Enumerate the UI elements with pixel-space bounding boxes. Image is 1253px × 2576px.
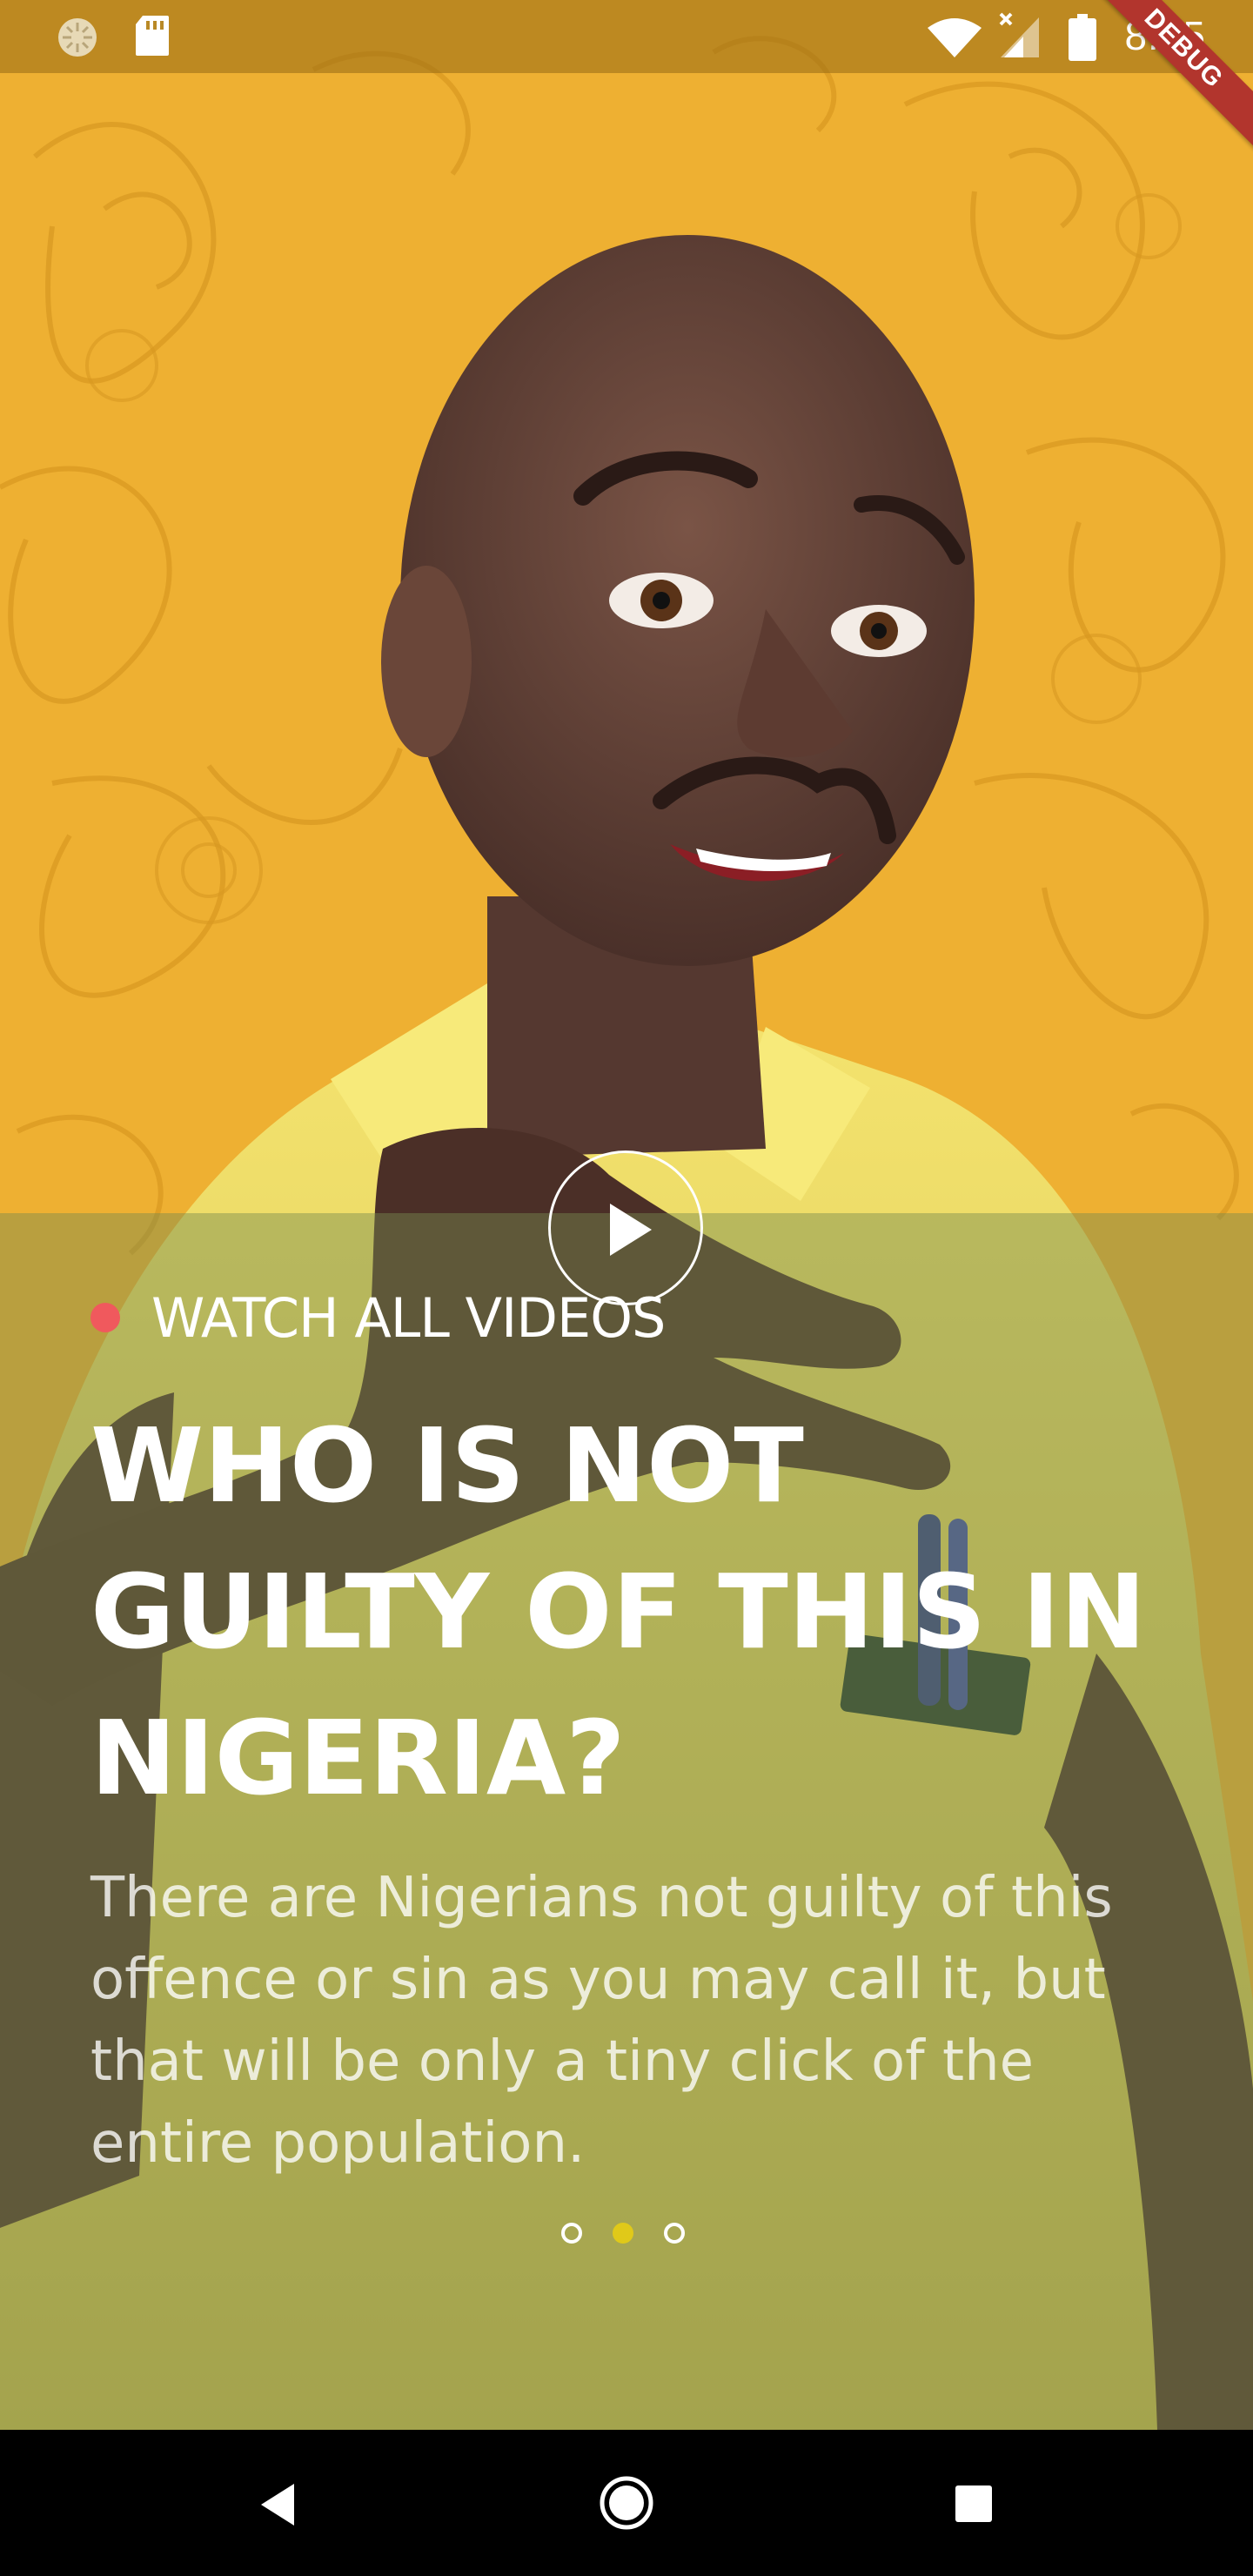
watch-all-videos-link[interactable]: WATCH ALL VIDEOS (90, 1283, 666, 1352)
headline: WHO IS NOT GUILTY OF THIS IN NIGERIA? (90, 1392, 1152, 1831)
page-dot-3[interactable] (664, 2223, 685, 2244)
battery-icon (1069, 14, 1096, 61)
home-icon[interactable] (597, 2473, 656, 2532)
loading-spinner-icon (58, 18, 97, 57)
description-text: There are Nigerians not guilty of this o… (90, 1866, 1113, 2176)
page-indicator (561, 2223, 715, 2244)
system-nav-bar (0, 2430, 1253, 2576)
sd-card-icon (136, 16, 169, 56)
page-dot-2-active[interactable] (613, 2223, 633, 2244)
headline-line: NIGERIA? (90, 1698, 626, 1818)
app-screen: 8:45 DEBUG WATCH ALL VIDEOS WHO IS NOT G… (0, 0, 1253, 2576)
recents-icon[interactable] (954, 2484, 994, 2524)
live-dot-icon (90, 1303, 120, 1332)
play-button[interactable] (548, 1150, 703, 1305)
headline-line: GUILTY OF THIS IN (90, 1552, 1147, 1672)
play-icon (610, 1204, 652, 1256)
headline-line: WHO IS NOT (90, 1405, 804, 1526)
back-icon[interactable] (256, 2480, 299, 2529)
wifi-icon (928, 18, 982, 57)
page-dot-1[interactable] (561, 2223, 582, 2244)
status-bar: 8:45 (0, 0, 1253, 73)
signal-icon (999, 12, 1039, 57)
